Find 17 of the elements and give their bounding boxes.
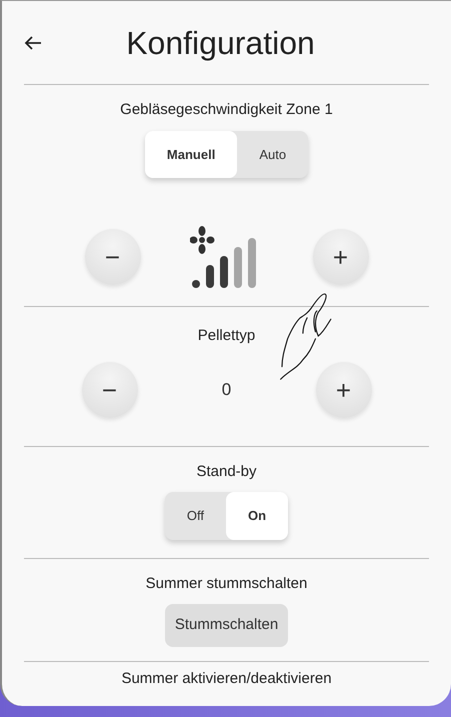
segment-option[interactable]: Auto — [237, 130, 308, 178]
section-label: Summer stummschalten — [146, 574, 308, 594]
plus-button[interactable]: + — [312, 229, 368, 285]
segment-option[interactable]: Off — [164, 492, 226, 540]
section-label: Pellettyp — [198, 326, 256, 346]
section-label: Stand-by — [196, 462, 257, 482]
section-label: Summer aktivieren/deaktivieren — [121, 668, 332, 688]
page-title: Konfiguration — [125, 24, 316, 63]
back-arrow-icon[interactable] — [24, 34, 42, 50]
plus-button[interactable]: + — [316, 362, 372, 418]
segment-option[interactable]: On — [226, 492, 288, 540]
value-text: 0 — [222, 378, 232, 401]
section-label: Gebläsegeschwindigkeit Zone 1 — [120, 100, 333, 120]
minus-button[interactable]: − — [82, 362, 138, 418]
segment-option[interactable]: Manuell — [144, 130, 238, 178]
minus-button[interactable]: − — [84, 229, 140, 285]
mute-button[interactable]: Stummschalten — [164, 604, 288, 646]
